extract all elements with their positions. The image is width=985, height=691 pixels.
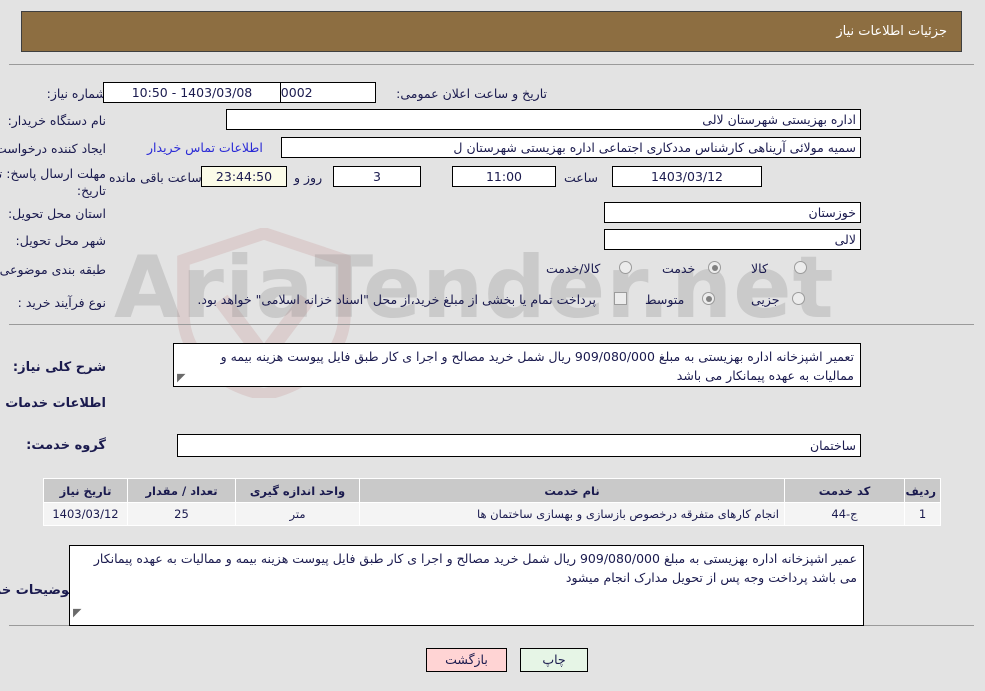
city-label: شهر محل تحویل: — [16, 233, 107, 248]
requester-label: ایجاد کننده درخواست: — [0, 141, 107, 156]
services-section-title: اطلاعات خدمات مورد نیاز — [0, 396, 107, 411]
table-col-row-no: ردیف — [905, 478, 942, 503]
category-option-label-2: کالا/خدمت — [547, 261, 602, 276]
days-field[interactable]: 3 — [334, 166, 422, 187]
cell-service-code: ج-44 — [785, 502, 906, 526]
buyer-notes-textarea[interactable]: عمیر اشپزخانه اداره بهزیستی به مبلغ 909/… — [70, 545, 865, 626]
buyer-contact-link[interactable]: اطلاعات تماس خریدار — [148, 140, 264, 155]
cell-quantity: 25 — [128, 502, 237, 526]
services-table: ردیف کد خدمت نام خدمت واحد اندازه گیری ت… — [44, 478, 942, 526]
buyer-notes-label: توضیحات خریدار: — [0, 583, 75, 598]
buyer-notes-resize-handle[interactable]: ◥ — [74, 606, 82, 619]
buyer-org-field[interactable]: اداره بهزیستی شهرستان لالی — [227, 109, 862, 130]
table-header-row: ردیف کد خدمت نام خدمت واحد اندازه گیری ت… — [44, 478, 942, 503]
page-header: جزئیات اطلاعات نیاز — [22, 11, 963, 52]
service-group-label: گروه خدمت: — [27, 438, 107, 453]
deadline-date-field[interactable]: 1403/03/12 — [613, 166, 763, 187]
category-radio-khedmat[interactable] — [709, 261, 722, 274]
announce-datetime-label: تاریخ و ساعت اعلان عمومی: — [397, 86, 548, 101]
buyer-org-label: نام دستگاه خریدار: — [8, 113, 107, 128]
cell-unit: متر — [236, 502, 361, 526]
table-col-service-code: کد خدمت — [785, 478, 906, 503]
description-resize-handle[interactable]: ◥ — [178, 371, 186, 384]
process-option-label-0: جزیی — [752, 292, 781, 307]
process-label: نوع فرآیند خرید : — [18, 295, 107, 310]
print-button[interactable]: چاپ — [521, 648, 589, 672]
table-row[interactable]: 1 ج-44 انجام کارهای متفرقه درخصوص بازساز… — [44, 502, 942, 526]
province-label: استان محل تحویل: — [8, 206, 107, 221]
process-option-label-1: متوسط — [646, 292, 686, 307]
description-label: شرح کلی نیاز: — [13, 360, 107, 375]
hour-field[interactable]: 11:00 — [453, 166, 557, 187]
treasury-bond-checkbox[interactable] — [615, 292, 628, 305]
need-number-label: شماره نیاز: — [47, 86, 107, 101]
service-group-field[interactable]: ساختمان — [178, 434, 862, 457]
section-divider-1 — [10, 324, 975, 325]
back-button[interactable]: بازگشت — [427, 648, 508, 672]
cell-row-no: 1 — [905, 502, 942, 526]
city-field[interactable]: لالی — [605, 229, 862, 250]
deadline-label-line2: تاریخ: — [77, 183, 107, 198]
table-col-quantity: تعداد / مقدار — [128, 478, 237, 503]
category-option-label-1: خدمت — [663, 261, 697, 276]
remaining-time-field: 23:44:50 — [202, 166, 288, 187]
hour-label: ساعت — [565, 170, 600, 185]
category-label: طبقه بندی موضوعی: — [0, 262, 107, 277]
requester-field[interactable]: سمیه مولائی آریناهی کارشناس مددکاری اجتم… — [282, 137, 862, 158]
description-textarea[interactable]: تعمیر اشپزخانه اداره بهزیستی به مبلغ 909… — [174, 343, 862, 387]
process-radio-jozi[interactable] — [793, 292, 806, 305]
table-col-unit: واحد اندازه گیری — [236, 478, 361, 503]
deadline-label-line1: مهلت ارسال پاسخ: تا — [0, 166, 107, 181]
announce-datetime-field[interactable]: 1403/03/08 - 10:50 — [104, 82, 282, 103]
treasury-bond-text: پرداخت تمام یا بخشی از مبلغ خرید،از محل … — [198, 292, 597, 307]
cell-need-date: 1403/03/12 — [44, 502, 129, 526]
page-title: جزئیات اطلاعات نیاز — [837, 24, 948, 39]
cell-service-name: انجام کارهای متفرقه درخصوص بازسازی و بهس… — [360, 502, 786, 526]
category-radio-kala-khedmat[interactable] — [620, 261, 633, 274]
province-field[interactable]: خوزستان — [605, 202, 862, 223]
process-radio-motevaset[interactable] — [703, 292, 716, 305]
days-label: روز و — [295, 170, 324, 185]
remaining-time-label: ساعت باقی مانده — [110, 170, 203, 185]
deadline-label: مهلت ارسال پاسخ: تا تاریخ: — [0, 165, 107, 199]
category-option-label-0: کالا — [752, 261, 769, 276]
table-col-need-date: تاریخ نیاز — [44, 478, 129, 503]
table-col-service-name: نام خدمت — [360, 478, 786, 503]
category-radio-kala[interactable] — [795, 261, 808, 274]
